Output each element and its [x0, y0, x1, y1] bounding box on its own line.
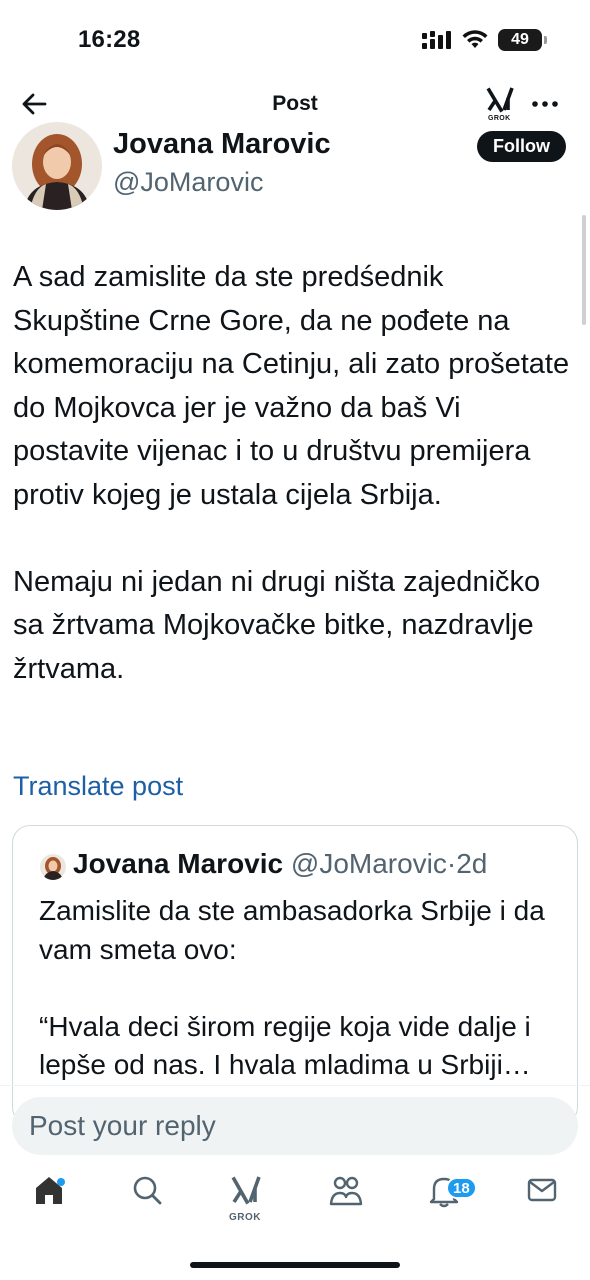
quoted-author-avatar	[40, 854, 66, 880]
tab-home[interactable]	[25, 1174, 73, 1226]
follow-button[interactable]: Follow	[477, 131, 566, 162]
scroll-indicator[interactable]	[582, 215, 586, 325]
author-avatar[interactable]	[12, 122, 102, 210]
grok-caption: GROK	[488, 115, 511, 122]
post-text: A sad zamislite da ste predśednik Skupšt…	[13, 256, 573, 691]
reply-placeholder: Post your reply	[29, 1110, 216, 1141]
quoted-separator: ·	[446, 848, 457, 879]
communities-icon	[329, 1176, 363, 1206]
grok-button[interactable]: GROK	[486, 86, 518, 126]
notifications-badge: 18	[446, 1177, 477, 1199]
quoted-paragraph: “Hvala deci širom regije koja vide dalje…	[39, 1010, 531, 1081]
status-icons: 49	[422, 29, 547, 51]
messages-icon	[527, 1178, 557, 1202]
home-indicator[interactable]	[190, 1262, 400, 1268]
translate-post-link[interactable]: Translate post	[13, 771, 183, 802]
quoted-avatar-image	[40, 854, 66, 880]
quoted-post-card[interactable]: Jovana Marovic @JoMarovic·2d Zamislite d…	[12, 825, 578, 1125]
quoted-post-text: Zamislite da ste ambasadorka Srbije i da…	[39, 892, 559, 1085]
cellular-signal-icon	[422, 31, 451, 49]
status-bar: 16:28 49	[0, 0, 590, 80]
reply-divider	[0, 1085, 590, 1086]
grok-icon	[231, 1176, 261, 1205]
author-name[interactable]: Jovana Marovic	[113, 128, 331, 161]
tab-search[interactable]	[123, 1174, 171, 1226]
status-time: 16:28	[78, 26, 141, 53]
avatar-portrait-image	[12, 122, 102, 210]
tab-bar	[0, 1168, 590, 1238]
quoted-paragraph: Zamislite da ste ambasadorka Srbije i da…	[39, 895, 545, 965]
grok-icon	[486, 87, 514, 113]
wifi-icon	[462, 30, 488, 48]
home-unread-dot	[57, 1178, 65, 1186]
battery-level: 49	[511, 31, 529, 48]
quoted-post-age: 2d	[456, 848, 488, 879]
quoted-author-handle: @JoMarovic	[290, 848, 447, 879]
battery-indicator: 49	[498, 29, 547, 51]
post-paragraph: Nemaju ni jedan ni drugi ništa zajedničk…	[13, 565, 541, 685]
ellipsis-icon[interactable]	[530, 90, 560, 118]
grok-tab-caption: GROK	[229, 1212, 261, 1223]
quoted-author-name: Jovana Marovic	[73, 848, 284, 879]
post-paragraph: A sad zamislite da ste predśednik Skupšt…	[13, 261, 570, 511]
reply-input[interactable]: Post your reply	[12, 1097, 578, 1155]
tab-messages[interactable]	[518, 1174, 566, 1226]
quoted-post-header: Jovana Marovic @JoMarovic·2d	[73, 848, 487, 880]
tab-communities[interactable]	[322, 1174, 370, 1226]
nav-bar: Post GROK	[0, 80, 590, 128]
search-icon	[133, 1176, 162, 1205]
author-handle[interactable]: @JoMarovic	[113, 167, 263, 198]
